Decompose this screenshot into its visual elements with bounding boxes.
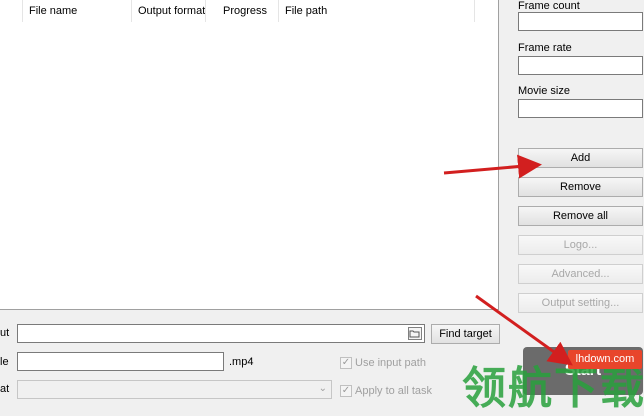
format-label: at <box>0 383 10 395</box>
folder-open-icon[interactable] <box>408 327 422 340</box>
output-path-field[interactable] <box>17 324 425 343</box>
movie-size-label: Movie size <box>518 85 570 97</box>
output-label: ut <box>0 327 10 339</box>
logo-button[interactable]: Logo... <box>518 235 643 255</box>
find-target-button[interactable]: Find target <box>431 324 500 344</box>
column-label: Progress <box>223 5 268 17</box>
frame-rate-field[interactable] <box>518 56 643 75</box>
use-input-path-label: Use input path <box>355 357 426 369</box>
remove-button[interactable]: Remove <box>518 177 643 197</box>
task-list[interactable]: File name Output format Progress File pa… <box>0 0 499 310</box>
column-header-file-path[interactable]: File path <box>279 0 475 22</box>
title-field[interactable] <box>17 352 224 371</box>
remove-all-button[interactable]: Remove all <box>518 206 643 226</box>
watermark-badge: lhdown.com <box>568 350 642 369</box>
output-setting-button[interactable]: Output setting... <box>518 293 643 313</box>
apply-all-checkbox[interactable]: ✓ <box>340 385 352 397</box>
advanced-button[interactable]: Advanced... <box>518 264 643 284</box>
format-select[interactable]: ⌄ <box>17 380 332 399</box>
extension-label: .mp4 <box>229 356 254 368</box>
column-header-progress[interactable]: Progress <box>206 0 279 22</box>
column-header-blank <box>0 0 23 22</box>
column-header-file-name[interactable]: File name <box>23 0 132 22</box>
column-label: File name <box>29 5 78 17</box>
frame-rate-label: Frame rate <box>518 42 572 54</box>
title-label: le <box>0 356 9 368</box>
apply-all-label: Apply to all task <box>355 385 433 397</box>
column-label: Output format <box>138 5 206 17</box>
movie-size-field[interactable] <box>518 99 643 118</box>
chevron-down-icon: ⌄ <box>318 383 327 394</box>
use-input-path-checkbox[interactable]: ✓ <box>340 357 352 369</box>
column-header-output-format[interactable]: Output format <box>132 0 206 22</box>
column-label: File path <box>285 5 328 17</box>
frame-count-field[interactable] <box>518 12 643 31</box>
frame-count-label: Frame count <box>518 0 580 12</box>
add-button[interactable]: Add <box>518 148 643 168</box>
